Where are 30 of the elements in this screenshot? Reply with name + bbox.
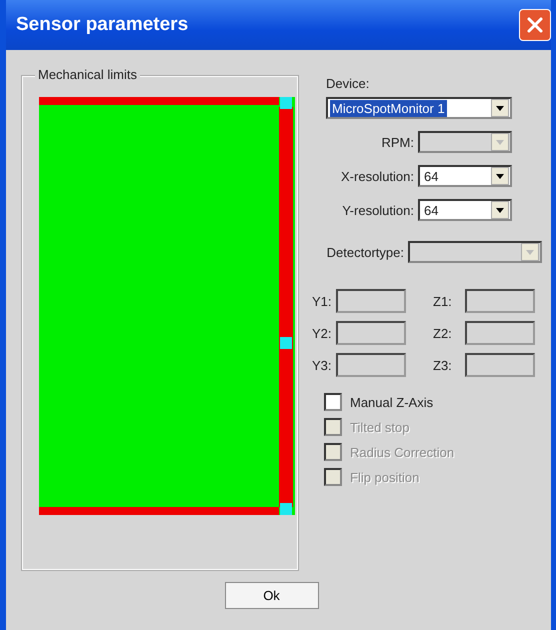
field-label: Y1: (312, 294, 332, 308)
handle[interactable] (280, 97, 292, 109)
close-icon (526, 16, 544, 34)
checkbox-label: Manual Z-Axis (350, 394, 434, 410)
field-label: Z1: (433, 294, 453, 308)
field-label: RPM: (380, 134, 414, 150)
handle[interactable] (280, 337, 292, 349)
field-label: Z2: (433, 326, 453, 340)
checkbox[interactable] (324, 393, 342, 411)
dropdown-value: 64 (423, 202, 440, 218)
checkbox-label: Tilted stop (350, 420, 410, 434)
checkbox-label: Flip position (350, 470, 420, 484)
field-label: Z3: (433, 358, 453, 372)
dropdown-value: 64 (423, 168, 440, 184)
handle[interactable] (280, 503, 292, 515)
device-dropdown[interactable]: MicroSpotMonitor 1 (326, 97, 512, 119)
dropdown[interactable]: 64 (418, 165, 512, 187)
dropdown-value: MicroSpotMonitor 1 (330, 100, 447, 116)
field-label: Y3: (312, 358, 332, 372)
field-label: Y2: (312, 326, 332, 340)
close-button[interactable] (519, 9, 551, 41)
group-title: Mechanical limits (35, 67, 140, 82)
field-label: Detectortype: (326, 244, 404, 260)
checkbox-label: Radius Correction (350, 444, 454, 460)
window-title: Sensor parameters (16, 14, 188, 36)
field-label: X-resolution: (340, 168, 414, 184)
field-label: Y-resolution: (341, 202, 414, 218)
dropdown[interactable]: 64 (418, 199, 512, 221)
device-label: Device: (326, 76, 370, 91)
ok-button[interactable]: Ok (224, 582, 318, 609)
